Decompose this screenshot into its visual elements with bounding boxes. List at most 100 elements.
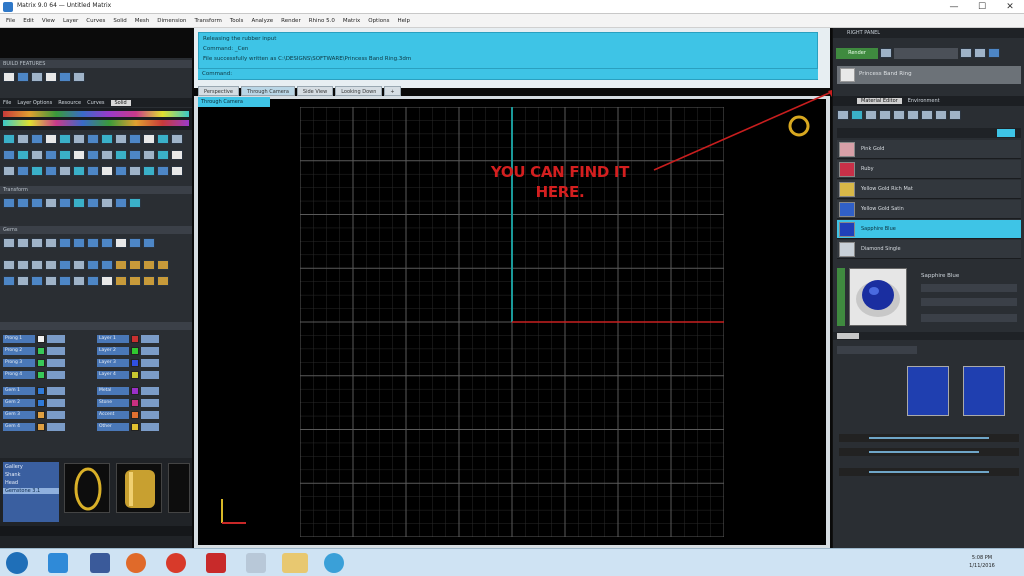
color-slot[interactable] xyxy=(47,398,65,407)
loft-icon[interactable] xyxy=(31,150,43,160)
menu-mesh[interactable]: Mesh xyxy=(135,18,149,24)
gem-baguette-icon[interactable] xyxy=(129,238,141,248)
gem-round-icon[interactable] xyxy=(3,238,15,248)
material-item-selected[interactable]: Sapphire Blue xyxy=(837,220,1021,239)
environment-icon[interactable] xyxy=(988,48,1000,58)
color-label[interactable]: Prong 4 xyxy=(3,370,35,379)
tab-side-view[interactable]: Side View xyxy=(296,86,334,96)
tab-file[interactable]: File xyxy=(3,100,11,106)
color-label-right[interactable]: Layer 1 xyxy=(97,334,129,343)
maximize-button[interactable]: ☐ xyxy=(968,0,996,14)
menu-file[interactable]: File xyxy=(6,18,15,24)
material-library-icon[interactable] xyxy=(907,110,919,120)
setting-channel-icon[interactable] xyxy=(31,260,43,270)
menu-solid[interactable]: Solid xyxy=(113,18,126,24)
measure-icon[interactable] xyxy=(157,166,169,176)
rotate-icon[interactable] xyxy=(115,150,127,160)
material-ior-field[interactable] xyxy=(921,298,1017,306)
spline-icon[interactable] xyxy=(87,134,99,144)
color-label[interactable]: Prong 3 xyxy=(3,358,35,367)
gem-princess-icon[interactable] xyxy=(31,238,43,248)
menu-analyze[interactable]: Analyze xyxy=(251,18,273,24)
shank-icon[interactable] xyxy=(17,166,29,176)
gem-trillion-icon[interactable] xyxy=(115,238,127,248)
transform-move-icon[interactable] xyxy=(3,198,15,208)
close-button[interactable]: ✕ xyxy=(996,0,1024,14)
color-slot[interactable] xyxy=(141,346,159,355)
color-label[interactable]: Gem 4 xyxy=(3,422,35,431)
search-input[interactable] xyxy=(837,346,917,354)
shell-icon[interactable] xyxy=(59,150,71,160)
setting-halo-icon[interactable] xyxy=(101,260,113,270)
app-icon-generic[interactable] xyxy=(246,553,266,573)
color-chip[interactable] xyxy=(131,422,139,431)
folder-icon[interactable] xyxy=(282,553,308,573)
tab-layer-options[interactable]: Layer Options xyxy=(17,100,52,106)
menu-options[interactable]: Options xyxy=(368,18,389,24)
color-chip[interactable] xyxy=(131,358,139,367)
material-item[interactable]: Yellow Gold Satin xyxy=(837,200,1021,219)
join-icon[interactable] xyxy=(157,134,169,144)
material-copy-icon[interactable] xyxy=(879,110,891,120)
mirror-icon[interactable] xyxy=(73,150,85,160)
acrobat-icon[interactable] xyxy=(206,553,226,573)
transform-mirror-icon[interactable] xyxy=(45,198,57,208)
split-icon[interactable] xyxy=(143,134,155,144)
color-chip[interactable] xyxy=(131,386,139,395)
color-chip[interactable] xyxy=(131,346,139,355)
minimize-button[interactable]: — xyxy=(940,0,968,14)
text-icon[interactable] xyxy=(129,166,141,176)
light-icon[interactable] xyxy=(974,48,986,58)
rectangle-icon[interactable] xyxy=(73,134,85,144)
viewport-label[interactable]: Through Camera xyxy=(198,97,270,107)
color-label-right[interactable]: Stone xyxy=(97,398,129,407)
menu-rhino[interactable]: Rhino 5.0 xyxy=(309,18,335,24)
slider-row[interactable] xyxy=(839,448,1019,456)
import-icon[interactable] xyxy=(59,72,71,82)
slider-row[interactable] xyxy=(839,468,1019,476)
gem-pear-icon[interactable] xyxy=(59,238,71,248)
transform-align-icon[interactable] xyxy=(59,198,71,208)
menu-transform[interactable]: Transform xyxy=(195,18,222,24)
move-icon[interactable] xyxy=(129,150,141,160)
cutter-radiant-icon[interactable] xyxy=(143,276,155,286)
color-slot[interactable] xyxy=(141,386,159,395)
texture-swatch-1[interactable] xyxy=(907,366,949,416)
setting-bezel-icon[interactable] xyxy=(17,260,29,270)
menu-curves[interactable]: Curves xyxy=(86,18,105,24)
array-icon[interactable] xyxy=(87,150,99,160)
color-label[interactable]: Gem 2 xyxy=(3,398,35,407)
extrude-icon[interactable] xyxy=(171,134,183,144)
setting-cup-icon[interactable] xyxy=(157,260,169,270)
material-item[interactable]: Yellow Gold Rich Mat xyxy=(837,180,1021,199)
transform-bend-icon[interactable] xyxy=(101,198,113,208)
tab-solid[interactable]: Solid xyxy=(110,99,131,106)
camera-icon[interactable] xyxy=(960,48,972,58)
save-icon[interactable] xyxy=(31,72,43,82)
sweep-icon[interactable] xyxy=(17,150,29,160)
matrix-app-icon[interactable] xyxy=(324,553,344,573)
cutter-icon[interactable] xyxy=(87,166,99,176)
tab-looking-down[interactable]: Looking Down xyxy=(335,86,383,96)
trim-icon[interactable] xyxy=(129,134,141,144)
circle-icon[interactable] xyxy=(31,134,43,144)
start-button[interactable] xyxy=(6,552,28,574)
ie-icon[interactable] xyxy=(48,553,68,573)
color-chip[interactable] xyxy=(37,370,45,379)
cutter-bag-icon[interactable] xyxy=(115,276,127,286)
object-item[interactable]: Gallery xyxy=(3,462,59,472)
cutter-heart-icon[interactable] xyxy=(59,276,71,286)
material-type-field[interactable] xyxy=(921,284,1017,292)
scale-icon[interactable] xyxy=(101,150,113,160)
color-slot[interactable] xyxy=(47,386,65,395)
color-label-right[interactable]: Layer 4 xyxy=(97,370,129,379)
setting-flush-icon[interactable] xyxy=(59,260,71,270)
color-chip[interactable] xyxy=(131,370,139,379)
color-label-right[interactable]: Layer 2 xyxy=(97,346,129,355)
color-slot[interactable] xyxy=(141,410,159,419)
slider-row[interactable] xyxy=(839,434,1019,442)
color-palette-row-1[interactable] xyxy=(3,111,189,117)
menu-view[interactable]: View xyxy=(42,18,55,24)
document-icon[interactable] xyxy=(45,72,57,82)
transform-rotate-icon[interactable] xyxy=(17,198,29,208)
